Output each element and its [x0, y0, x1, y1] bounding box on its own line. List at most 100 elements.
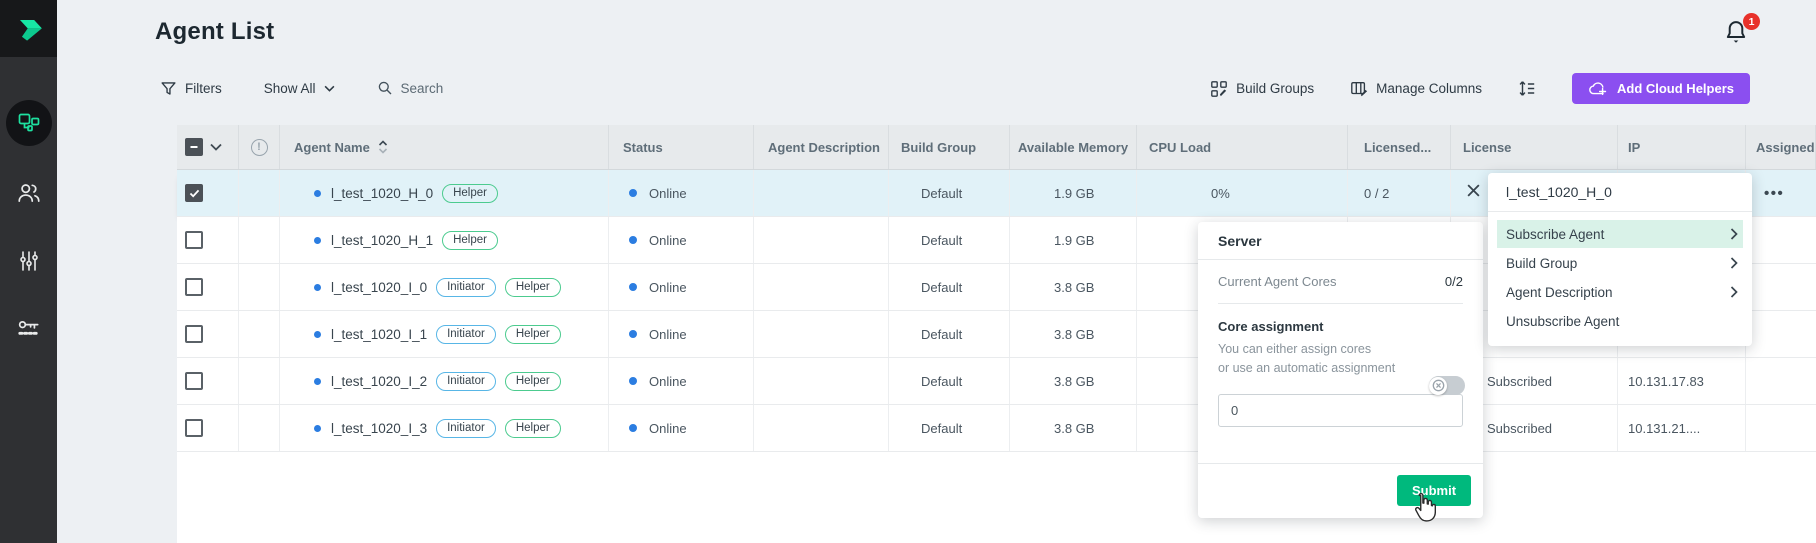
agent-name: l_test_1020_H_1	[331, 233, 433, 248]
toolbar-right: Build Groups Manage Columns Add Cloud He…	[1210, 73, 1750, 104]
badge-helper: Helper	[442, 231, 498, 250]
badge-helper: Helper	[505, 419, 561, 438]
show-all-dropdown[interactable]: Show All	[264, 81, 335, 96]
row-info-cell	[239, 358, 280, 404]
build-group-cell: Default	[889, 311, 1010, 357]
close-icon[interactable]	[1464, 181, 1482, 199]
row-checkbox[interactable]	[185, 419, 203, 437]
row-checkbox[interactable]	[185, 372, 203, 390]
sidebar-item-users[interactable]	[0, 170, 57, 220]
header-agent-name[interactable]: Agent Name	[280, 125, 609, 169]
core-assignment-description: You can either assign cores or use an au…	[1218, 340, 1463, 379]
table-row[interactable]: l_test_1020_I_3InitiatorHelper Online De…	[177, 405, 1816, 452]
sidebar-item-license[interactable]	[0, 306, 57, 356]
build-groups-icon	[1210, 80, 1228, 98]
memory-cell: 3.8 GB	[1010, 405, 1137, 451]
header-available-memory[interactable]: Available Memory	[1010, 125, 1137, 169]
notifications-bell-button[interactable]: 1	[1722, 18, 1756, 52]
licensed-cell: 0 / 2	[1348, 170, 1451, 216]
app-logo[interactable]	[0, 0, 57, 57]
agent-name-cell: l_test_1020_I_3InitiatorHelper	[280, 405, 609, 451]
badge-initiator: Initiator	[436, 278, 496, 297]
manage-columns-button[interactable]: Manage Columns	[1350, 80, 1482, 98]
assigned-cell	[1746, 264, 1816, 310]
sort-arrows-icon	[378, 140, 388, 154]
submit-button[interactable]: Submit	[1397, 475, 1471, 506]
incredibuild-logo-icon	[11, 11, 47, 47]
assigned-cell	[1746, 405, 1816, 451]
header-select-all[interactable]	[177, 125, 239, 169]
agent-name-cell: l_test_1020_H_0Helper	[280, 170, 609, 216]
cores-input[interactable]	[1218, 394, 1463, 427]
build-group-cell: Default	[889, 358, 1010, 404]
description-cell	[754, 170, 889, 216]
context-menu-item[interactable]: Build Group	[1488, 249, 1752, 277]
header-description[interactable]: Agent Description	[754, 125, 889, 169]
header-licensed[interactable]: Licensed...	[1348, 125, 1451, 169]
header-status[interactable]: Status	[609, 125, 754, 169]
agent-name: l_test_1020_I_2	[331, 374, 427, 389]
table-row[interactable]: l_test_1020_I_2InitiatorHelper Online De…	[177, 358, 1816, 405]
header-build-group[interactable]: Build Group	[889, 125, 1010, 169]
toggle-off-x-icon	[1432, 379, 1445, 392]
row-density-button[interactable]	[1518, 79, 1536, 98]
agent-name-cell: l_test_1020_H_1 Helper	[280, 217, 609, 263]
chevron-right-icon	[1730, 286, 1738, 298]
row-checkbox[interactable]	[185, 184, 203, 202]
popup-footer: Submit	[1198, 463, 1483, 518]
context-menu-item[interactable]: Subscribe Agent	[1497, 220, 1743, 248]
row-select-cell	[177, 405, 239, 451]
assigned-cell	[1746, 358, 1816, 404]
select-all-checkbox[interactable]	[185, 138, 203, 156]
agent-dot-icon	[314, 190, 321, 197]
online-dot-icon	[629, 424, 637, 432]
context-menu-item[interactable]: Agent Description	[1488, 278, 1752, 306]
status-cell: Online	[609, 405, 754, 451]
core-assignment-title: Core assignment	[1218, 319, 1463, 334]
assigned-cell: •••	[1746, 170, 1816, 216]
row-info-cell	[239, 311, 280, 357]
description-cell	[754, 358, 889, 404]
filter-icon	[160, 80, 177, 97]
row-checkbox[interactable]	[185, 325, 203, 343]
header-cpu-load[interactable]: CPU Load	[1137, 125, 1348, 169]
cloud-plus-icon	[1588, 81, 1608, 97]
add-cloud-helpers-button[interactable]: Add Cloud Helpers	[1572, 73, 1750, 104]
current-agent-cores-label: Current Agent Cores	[1218, 274, 1337, 289]
description-cell	[754, 405, 889, 451]
key-icon	[16, 316, 42, 347]
header-ip[interactable]: IP	[1618, 125, 1746, 169]
status-cell: Online	[609, 264, 754, 310]
selection-menu-chevron-icon[interactable]	[210, 143, 222, 151]
row-actions-kebab[interactable]: •••	[1764, 185, 1784, 202]
build-groups-button[interactable]: Build Groups	[1210, 80, 1314, 98]
row-info-cell	[239, 264, 280, 310]
agents-icon	[6, 100, 52, 146]
context-menu-items: Subscribe AgentBuild GroupAgent Descript…	[1488, 220, 1752, 335]
memory-cell: 3.8 GB	[1010, 311, 1137, 357]
agent-name: l_test_1020_I_0	[331, 280, 427, 295]
description-cell	[754, 217, 889, 263]
auto-assignment-toggle[interactable]	[1429, 376, 1465, 395]
row-checkbox[interactable]	[185, 231, 203, 249]
memory-cell: 3.8 GB	[1010, 264, 1137, 310]
context-menu-item[interactable]: Unsubscribe Agent	[1488, 307, 1752, 335]
popup-title: Server	[1198, 222, 1483, 260]
chevron-right-icon	[1730, 228, 1738, 240]
sidebar-item-agents[interactable]	[0, 98, 57, 148]
row-info-cell	[239, 405, 280, 451]
agent-dot-icon	[314, 284, 321, 291]
sidebar-item-settings[interactable]	[0, 238, 57, 288]
header-license[interactable]: License	[1451, 125, 1618, 169]
agent-name: l_test_1020_I_3	[331, 421, 427, 436]
description-cell	[754, 264, 889, 310]
header-assigned[interactable]: Assigned...	[1746, 125, 1816, 169]
badge-helper: Helper	[442, 184, 498, 203]
row-info-cell	[239, 217, 280, 263]
agent-dot-icon	[314, 331, 321, 338]
toggle-knob	[1429, 377, 1447, 395]
search-input[interactable]: Search	[377, 80, 444, 96]
notification-badge: 1	[1743, 13, 1760, 30]
filters-button[interactable]: Filters	[160, 80, 222, 97]
row-checkbox[interactable]	[185, 278, 203, 296]
